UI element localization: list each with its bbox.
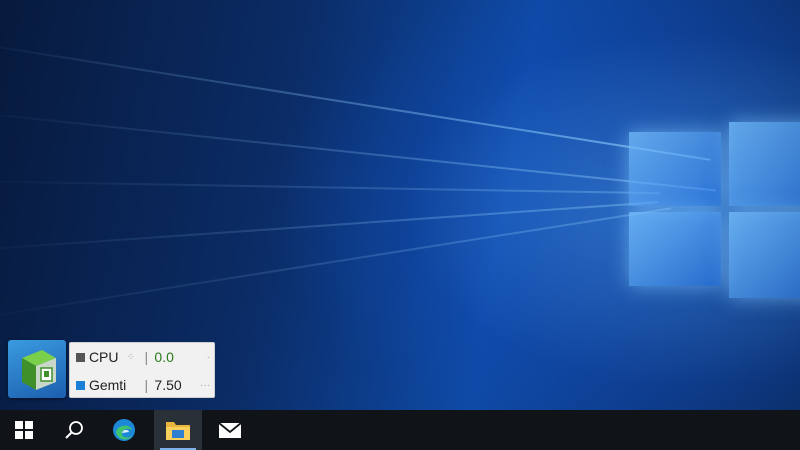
cube-icon	[22, 350, 56, 390]
cpu-label: CPU	[88, 349, 119, 365]
windows-logo-light	[625, 118, 800, 298]
gemti-label: Gemti	[88, 377, 127, 393]
cpu-value: 0.0	[154, 349, 174, 365]
edge-icon	[113, 419, 135, 441]
separator: |	[144, 349, 149, 365]
drag-dots-icon: ⁘	[126, 351, 137, 363]
widget-app-icon[interactable]	[8, 340, 66, 398]
more-dots-icon[interactable]: ···	[194, 380, 210, 391]
gemti-marker	[76, 380, 85, 390]
light-beam	[0, 40, 711, 161]
menu-dot-icon[interactable]: ·	[194, 352, 210, 363]
search-button[interactable]	[50, 410, 98, 450]
taskbar	[0, 410, 800, 450]
gemti-stat-row: Gemti | 7.50 ···	[76, 375, 210, 395]
folder-icon	[166, 422, 190, 440]
mail-icon	[218, 422, 242, 438]
light-beam	[0, 180, 660, 195]
start-button[interactable]	[0, 410, 48, 450]
edge-button[interactable]	[100, 410, 148, 450]
system-monitor-widget[interactable]: CPU ⁘ | 0.0 · Gemti | 7.50 ···	[69, 342, 215, 398]
mail-button[interactable]	[206, 410, 254, 450]
gemti-value: 7.50	[154, 377, 182, 393]
windows-icon	[15, 421, 33, 439]
file-explorer-button[interactable]	[154, 410, 202, 450]
light-beam	[0, 110, 716, 192]
separator: |	[144, 377, 149, 393]
search-icon	[65, 421, 83, 439]
cpu-stat-row: CPU ⁘ | 0.0 ·	[76, 347, 210, 367]
cpu-marker	[76, 352, 85, 362]
